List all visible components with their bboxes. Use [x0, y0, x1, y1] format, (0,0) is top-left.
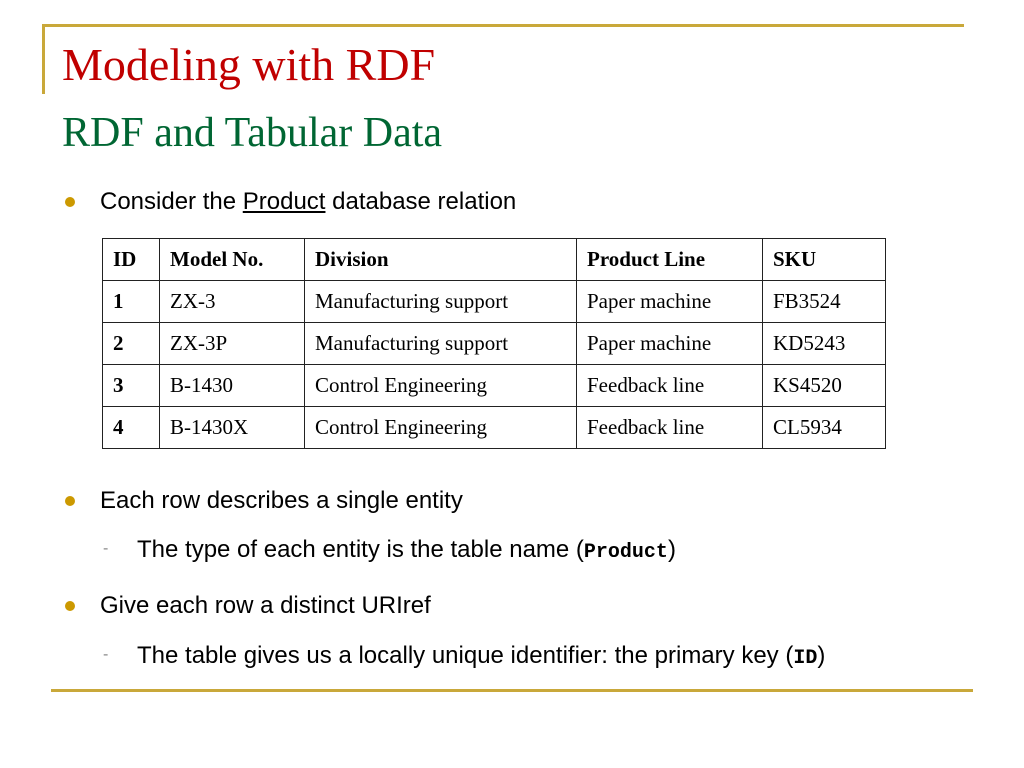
sub-bullet-2-prefix: The type of each entity is the table nam… — [137, 536, 584, 563]
code-product: Product — [583, 541, 668, 564]
left-rule — [42, 24, 45, 94]
cell-division: Control Engineering — [304, 364, 577, 407]
table-row: 3 B-1430 Control Engineering Feedback li… — [102, 364, 886, 407]
cell-sku: CL5934 — [762, 406, 886, 449]
header-sku: SKU — [762, 238, 886, 281]
cell-division: Manufacturing support — [304, 322, 577, 365]
cell-sku: KD5243 — [762, 322, 886, 365]
bullet-icon — [65, 197, 75, 207]
sub-bullet-2: The type of each entity is the table nam… — [137, 536, 676, 565]
bullet-1-suffix: database relation — [325, 188, 517, 215]
cell-division: Manufacturing support — [304, 280, 577, 323]
sub-bullet-3: The table gives us a locally unique iden… — [137, 642, 825, 671]
sub-bullet-3-suffix: ) — [817, 642, 826, 669]
cell-model-no: B-1430 — [159, 364, 305, 407]
bullet-icon — [65, 601, 75, 611]
slide-title: Modeling with RDF — [62, 39, 436, 90]
cell-sku: KS4520 — [762, 364, 886, 407]
cell-product-line: Paper machine — [576, 280, 763, 323]
cell-product-line: Feedback line — [576, 406, 763, 449]
cell-product-line: Paper machine — [576, 322, 763, 365]
cell-sku: FB3524 — [762, 280, 886, 323]
table-header-row: ID Model No. Division Product Line SKU — [102, 238, 886, 281]
bullet-3: Give each row a distinct URIref — [100, 592, 431, 619]
bottom-rule — [51, 689, 973, 692]
top-rule — [42, 24, 964, 27]
code-id: ID — [793, 647, 818, 670]
bullet-1-prefix: Consider the — [100, 188, 243, 215]
cell-id: 4 — [102, 406, 160, 449]
cell-product-line: Feedback line — [576, 364, 763, 407]
header-id: ID — [102, 238, 160, 281]
cell-model-no: ZX-3P — [159, 322, 305, 365]
slide-subtitle: RDF and Tabular Data — [62, 110, 443, 156]
header-division: Division — [304, 238, 577, 281]
cell-id: 2 — [102, 322, 160, 365]
product-link[interactable]: Product — [243, 188, 326, 215]
sub-bullet-3-prefix: The table gives us a locally unique iden… — [137, 642, 794, 669]
sub-bullet-2-suffix: ) — [667, 536, 676, 563]
bullet-2: Each row describes a single entity — [100, 487, 463, 514]
cell-id: 3 — [102, 364, 160, 407]
table-row: 4 B-1430X Control Engineering Feedback l… — [102, 406, 886, 449]
bullet-icon — [65, 496, 75, 506]
cell-id: 1 — [102, 280, 160, 323]
cell-model-no: B-1430X — [159, 406, 305, 449]
bullet-1: Consider the Product database relation — [100, 188, 516, 217]
sub-bullet-dash-icon: - — [103, 540, 109, 557]
cell-division: Control Engineering — [304, 406, 577, 449]
header-model-no: Model No. — [159, 238, 305, 281]
table-row: 1 ZX-3 Manufacturing support Paper machi… — [102, 280, 886, 323]
sub-bullet-dash-icon: - — [103, 646, 109, 663]
product-table: ID Model No. Division Product Line SKU 1… — [102, 238, 886, 449]
header-product-line: Product Line — [576, 238, 763, 281]
table-row: 2 ZX-3P Manufacturing support Paper mach… — [102, 322, 886, 365]
cell-model-no: ZX-3 — [159, 280, 305, 323]
